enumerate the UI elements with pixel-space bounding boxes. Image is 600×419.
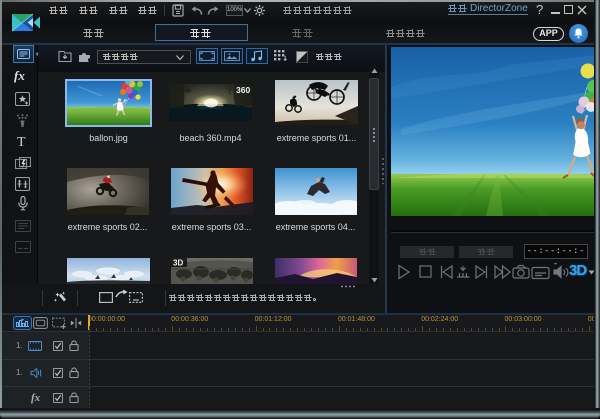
svg-text:3D: 3D (173, 259, 183, 268)
svg-text:360: 360 (236, 85, 250, 95)
